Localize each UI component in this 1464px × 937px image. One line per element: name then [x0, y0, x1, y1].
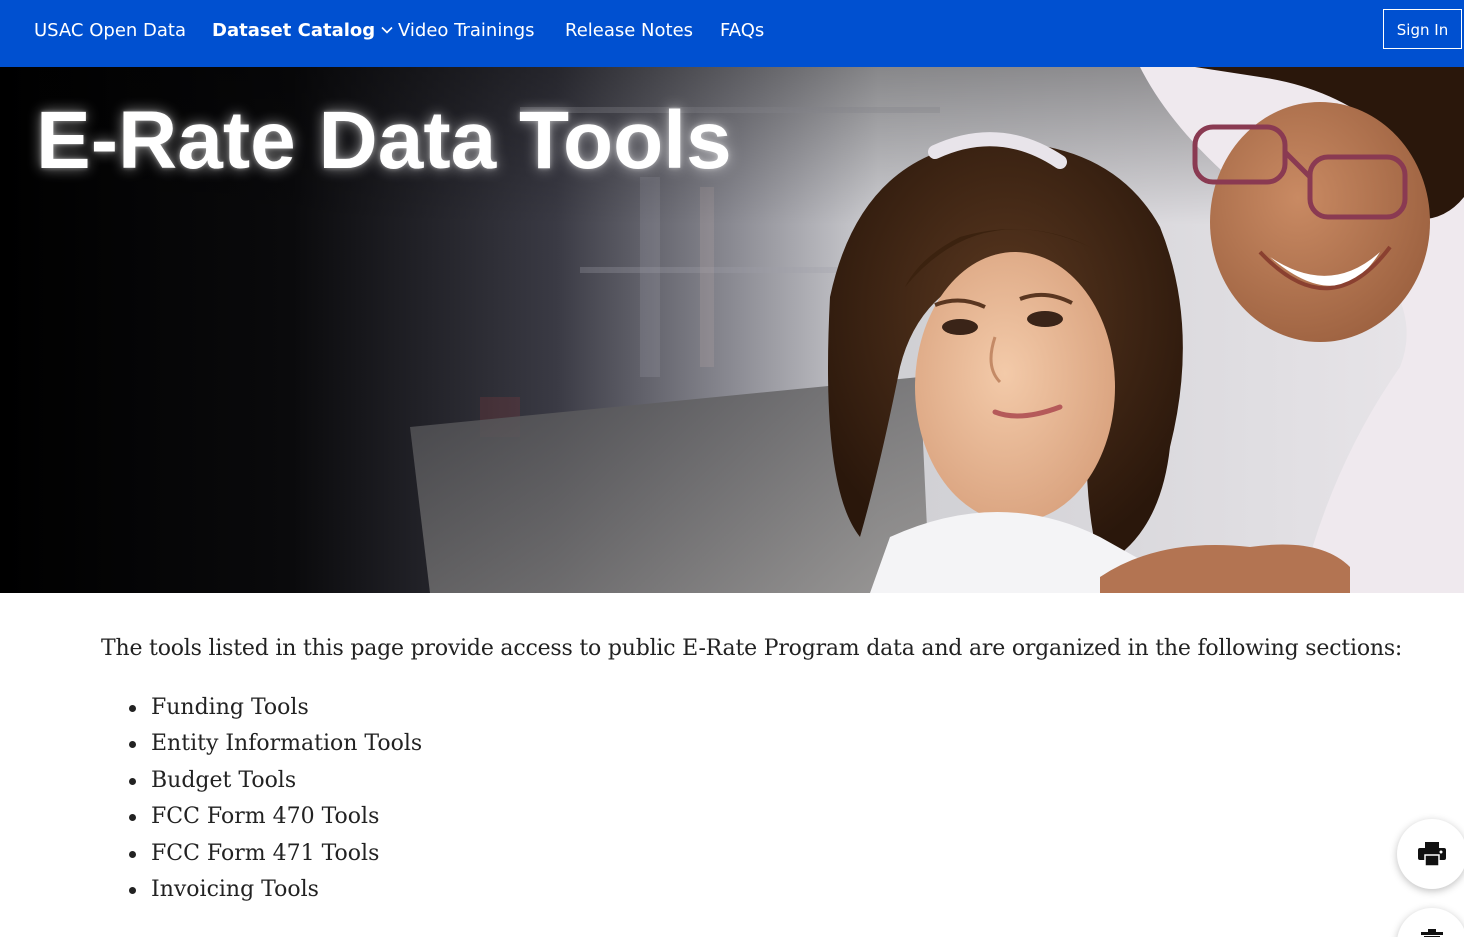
nav-link-dataset-catalog[interactable]: Dataset Catalog [212, 0, 393, 61]
sign-in-button[interactable]: Sign In [1383, 9, 1462, 49]
list-item-label: FCC Form 471 Tools [151, 840, 380, 866]
list-item-label: Invoicing Tools [151, 876, 319, 902]
list-item-label: Budget Tools [151, 767, 297, 793]
bullet [129, 814, 136, 822]
bullet [129, 741, 136, 749]
list-item: Budget Tools [129, 763, 422, 799]
page-title: E-Rate Data Tools [36, 95, 732, 186]
list-item: FCC Form 470 Tools [129, 799, 422, 835]
list-item-label: FCC Form 470 Tools [151, 804, 380, 830]
intro-paragraph: The tools listed in this page provide ac… [101, 636, 1403, 661]
trash-icon [1421, 929, 1443, 937]
list-item-label: Funding Tools [151, 695, 309, 720]
list-item: Funding Tools [129, 690, 422, 726]
list-item: FCC Form 471 Tools [129, 836, 422, 872]
bullet [129, 777, 136, 785]
print-button[interactable] [1397, 819, 1464, 889]
nav-link-video-trainings[interactable]: Video Trainings [398, 0, 535, 61]
bullet [129, 886, 136, 894]
nav-link-dataset-catalog-label: Dataset Catalog [212, 20, 376, 41]
nav-link-release-notes[interactable]: Release Notes [565, 0, 693, 61]
delete-button[interactable] [1397, 908, 1464, 937]
hero-banner: E-Rate Data Tools [0, 67, 1464, 593]
top-navigation: USAC Open Data Dataset Catalog Video Tra… [0, 0, 1464, 67]
list-item-label: Entity Information Tools [151, 731, 423, 757]
printer-icon [1418, 842, 1446, 866]
chevron-down-icon [381, 26, 393, 34]
list-item: Invoicing Tools [129, 872, 422, 908]
list-item: Entity Information Tools [129, 726, 423, 762]
section-list: Funding Tools Entity Information Tools B… [129, 690, 423, 908]
bullet [129, 850, 136, 858]
nav-link-faqs[interactable]: FAQs [720, 0, 764, 61]
bullet [129, 705, 136, 712]
nav-link-usac-open-data[interactable]: USAC Open Data [34, 0, 186, 61]
